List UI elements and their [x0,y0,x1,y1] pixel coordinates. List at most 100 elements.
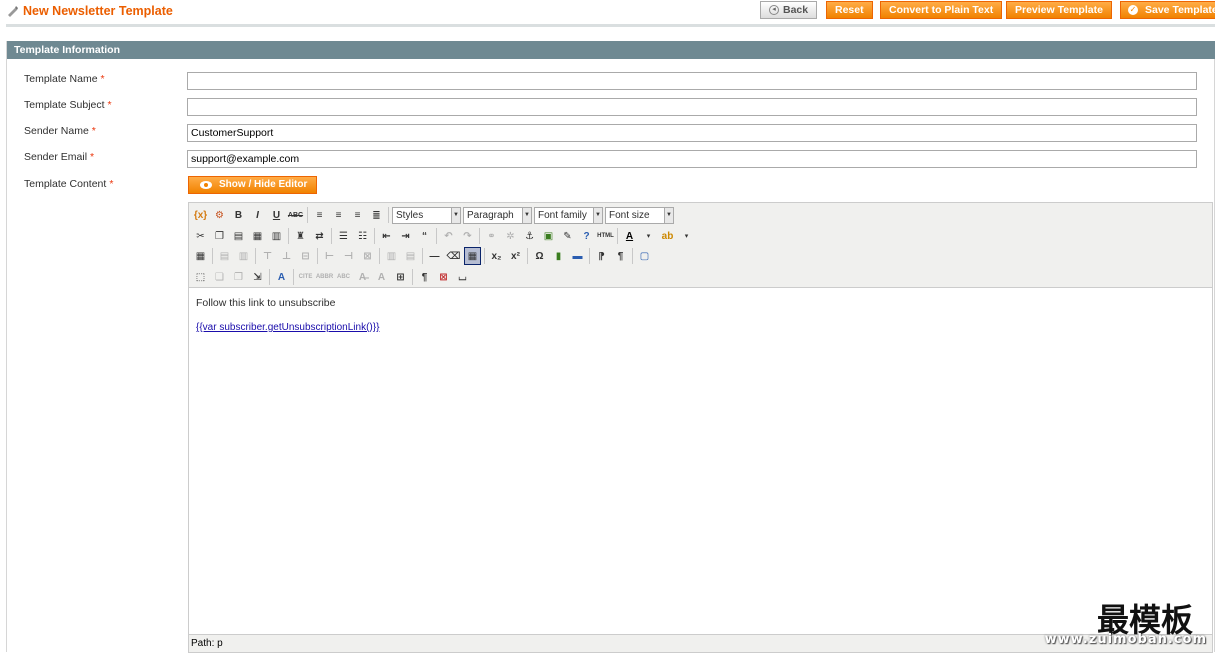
paste-text-icon[interactable]: ▦ [249,227,266,245]
move-forward-icon[interactable]: ❏ [211,268,228,286]
delete-row-icon[interactable]: ⊟ [297,247,314,265]
special-char-icon[interactable]: Ω [531,247,548,265]
italic-icon[interactable]: I [249,206,266,224]
visual-chars-icon[interactable]: ⊠ [435,268,452,286]
check-icon: ✓ [1128,5,1138,15]
delete-col-icon[interactable]: ⊠ [359,247,376,265]
insert-layer-icon[interactable]: ⬚ [192,268,209,286]
save-template-button[interactable]: ✓ Save Template [1120,1,1215,19]
media-icon[interactable]: ▮ [550,247,567,265]
fullscreen-icon[interactable]: ▢ [636,247,653,265]
insert-col-before-icon[interactable]: ⊢ [321,247,338,265]
link-icon[interactable]: ⚭ [483,227,500,245]
align-justify-icon[interactable]: ≣ [368,206,385,224]
editor-content-area[interactable]: Follow this link to unsubscribe {{var su… [189,289,1212,634]
indent-icon[interactable]: ⇥ [397,227,414,245]
absolute-position-icon[interactable]: ⇲ [249,268,266,286]
cut-icon[interactable]: ✂ [192,227,209,245]
replace-icon[interactable]: ⇄ [311,227,328,245]
superscript-icon[interactable]: x² [507,247,524,265]
chevron-down-icon: ▼ [593,207,602,223]
unlink-icon[interactable]: ✲ [502,227,519,245]
style-props-icon[interactable]: A [273,268,290,286]
text-color-icon[interactable]: A [621,227,638,245]
align-right-icon[interactable]: ≡ [349,206,366,224]
table-cell-props-icon[interactable]: ▥ [235,247,252,265]
insert-widget-icon[interactable]: ⚙ [211,206,228,224]
back-button[interactable]: ◂ Back [760,1,818,19]
format-select[interactable]: Paragraph ▼ [463,206,532,224]
image-icon[interactable]: ▣ [540,227,557,245]
attributes-icon[interactable]: ⊞ [392,268,409,286]
delete-text-icon[interactable]: A̶ [354,268,371,286]
advanced-hr-icon[interactable]: ▬ [569,247,586,265]
show-blocks-icon[interactable]: ¶ [416,268,433,286]
underline-icon[interactable]: U [268,206,285,224]
ltr-icon[interactable]: ⁋ [593,247,610,265]
required-mark: * [90,151,95,163]
visual-aid-icon[interactable]: ▦ [464,247,481,265]
anchor-icon[interactable]: ⚓ [521,227,538,245]
template-subject-input[interactable] [187,98,1197,116]
cleanup-icon[interactable]: ✎ [559,227,576,245]
required-mark: * [100,73,105,85]
unsubscribe-link[interactable]: {{var subscriber.getUnsubscriptionLink()… [196,322,379,333]
styles-select[interactable]: Styles ▼ [392,206,461,224]
required-mark: * [109,178,114,190]
find-icon[interactable]: ♜ [292,227,309,245]
rtl-icon[interactable]: ¶ [612,247,629,265]
reset-button[interactable]: Reset [826,1,873,19]
font-family-select[interactable]: Font family ▼ [534,206,603,224]
outdent-icon[interactable]: ⇤ [378,227,395,245]
convert-button-label: Convert to Plain Text [889,4,994,16]
nonbreaking-icon[interactable]: ⌴ [454,268,471,286]
strikethrough-icon[interactable]: ABC [287,206,304,224]
save-button-label: Save Template [1145,4,1215,16]
insert-variable-icon[interactable]: {x} [192,206,209,224]
horizontal-rule-icon[interactable]: — [426,247,443,265]
align-left-icon[interactable]: ≡ [311,206,328,224]
insert-row-before-icon[interactable]: ⊤ [259,247,276,265]
align-center-icon[interactable]: ≡ [330,206,347,224]
background-color-icon[interactable]: ab [659,227,676,245]
insert-table-icon[interactable]: ▦ [192,247,209,265]
show-hide-editor-button[interactable]: Show / Hide Editor [188,176,317,194]
insert-col-after-icon[interactable]: ⊣ [340,247,357,265]
sender-name-input[interactable] [187,124,1197,142]
acronym-icon[interactable]: ABC [335,268,352,286]
background-color-dropdown-icon[interactable]: ▾ [678,227,695,245]
content-text: Follow this link to unsubscribe [196,297,336,309]
section-title: Template Information [7,41,1215,59]
sender-email-input[interactable] [187,150,1197,168]
paste-icon[interactable]: ▤ [230,227,247,245]
table-row-props-icon[interactable]: ▤ [216,247,233,265]
subscript-icon[interactable]: x₂ [488,247,505,265]
bold-icon[interactable]: B [230,206,247,224]
remove-format-icon[interactable]: ⌫ [445,247,462,265]
template-content-label: Template Content * [24,178,114,190]
template-name-input[interactable] [187,72,1197,90]
preview-template-button[interactable]: Preview Template [1006,1,1112,19]
bullet-list-icon[interactable]: ☰ [335,227,352,245]
required-mark: * [91,125,96,137]
text-color-dropdown-icon[interactable]: ▾ [640,227,657,245]
font-size-select[interactable]: Font size ▼ [605,206,674,224]
numbered-list-icon[interactable]: ☷ [354,227,371,245]
redo-icon[interactable]: ↷ [459,227,476,245]
blockquote-icon[interactable]: “ [416,227,433,245]
html-source-icon[interactable]: HTML [597,227,614,245]
split-cells-icon[interactable]: ▥ [383,247,400,265]
help-icon[interactable]: ? [578,227,595,245]
abbr-icon[interactable]: ABBR [316,268,333,286]
insert-row-after-icon[interactable]: ⊥ [278,247,295,265]
copy-icon[interactable]: ❐ [211,227,228,245]
undo-icon[interactable]: ↶ [440,227,457,245]
move-backward-icon[interactable]: ❐ [230,268,247,286]
insert-text-icon[interactable]: A [373,268,390,286]
convert-to-plain-text-button[interactable]: Convert to Plain Text [880,1,1003,19]
merge-cells-icon[interactable]: ▤ [402,247,419,265]
template-information-section: Template Information Template Name * Temp… [6,41,1215,653]
back-button-label: Back [783,4,809,16]
cite-icon[interactable]: CITE [297,268,314,286]
paste-word-icon[interactable]: ▥ [268,227,285,245]
